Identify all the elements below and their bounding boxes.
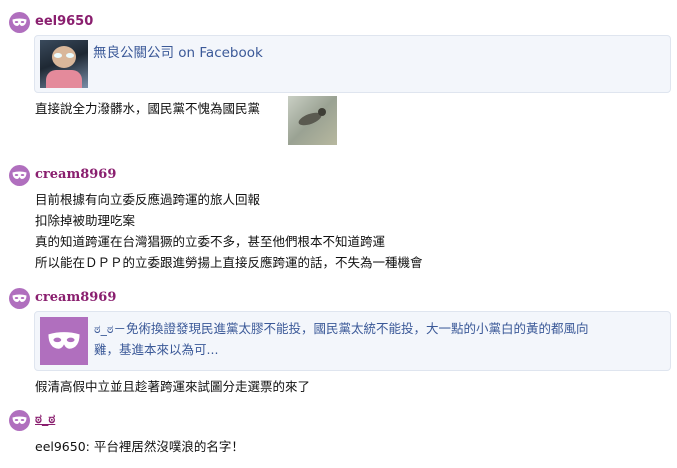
post-text: eel9650: 平台裡居然沒噗浪的名字！ [35,439,244,454]
post-text: 假清高假中立並且趁著跨運來試圖分走選票的來了 [35,379,311,394]
post-author[interactable]: ಠ_ಠ [35,412,55,427]
post-author[interactable]: cream8969 [35,290,116,305]
avatar[interactable] [9,288,30,309]
mask-icon [12,294,27,302]
mask-icon [12,18,27,26]
mask-icon [12,416,27,424]
mask-icon [48,332,80,349]
facebook-link-card[interactable]: 無良公關公司 on Facebook [34,35,671,93]
card-text-line[interactable]: ಠ_ಠ－免術換證發現民進黨太膠不能投，國民黨太統不能投，大一點的小黨白的黃的都風… [94,318,588,337]
plurk-link-card[interactable]: ಠ_ಠ－免術換證發現民進黨太膠不能投，國民黨太統不能投，大一點的小黨白的黃的都風… [34,311,671,371]
post-text: 直接說全力潑髒水，國民黨不愧為國民黨 [35,101,261,116]
card-title-suffix[interactable]: on Facebook [178,45,263,61]
post-text-line: 目前根據有向立委反應過跨運的旅人回報 [35,192,261,207]
avatar[interactable] [9,12,30,33]
card-title-name[interactable]: 無良公關公司 [93,45,174,61]
mask-icon [12,171,27,179]
card-text-line[interactable]: 雞，基進本來以為可... [94,339,218,358]
post-text-line: 真的知道跨運在台灣猖獗的立委不多，甚至他們根本不知道跨運 [35,234,386,249]
post-text-line: 所以能在ＤＰＰ的立委跟進勞揚上直接反應跨運的話，不失為一種機會 [35,255,423,270]
card-avatar [40,317,88,365]
card-title[interactable]: 無良公關公司 on Facebook [93,41,263,61]
profile-photo [40,40,88,88]
post-text-line: 扣除掉被助理吃案 [35,213,136,228]
avatar[interactable] [9,165,30,186]
avatar[interactable] [9,410,30,431]
bird-thumbnail[interactable] [288,96,337,145]
post-author[interactable]: eel9650 [35,14,93,29]
post-author[interactable]: cream8969 [35,167,116,182]
